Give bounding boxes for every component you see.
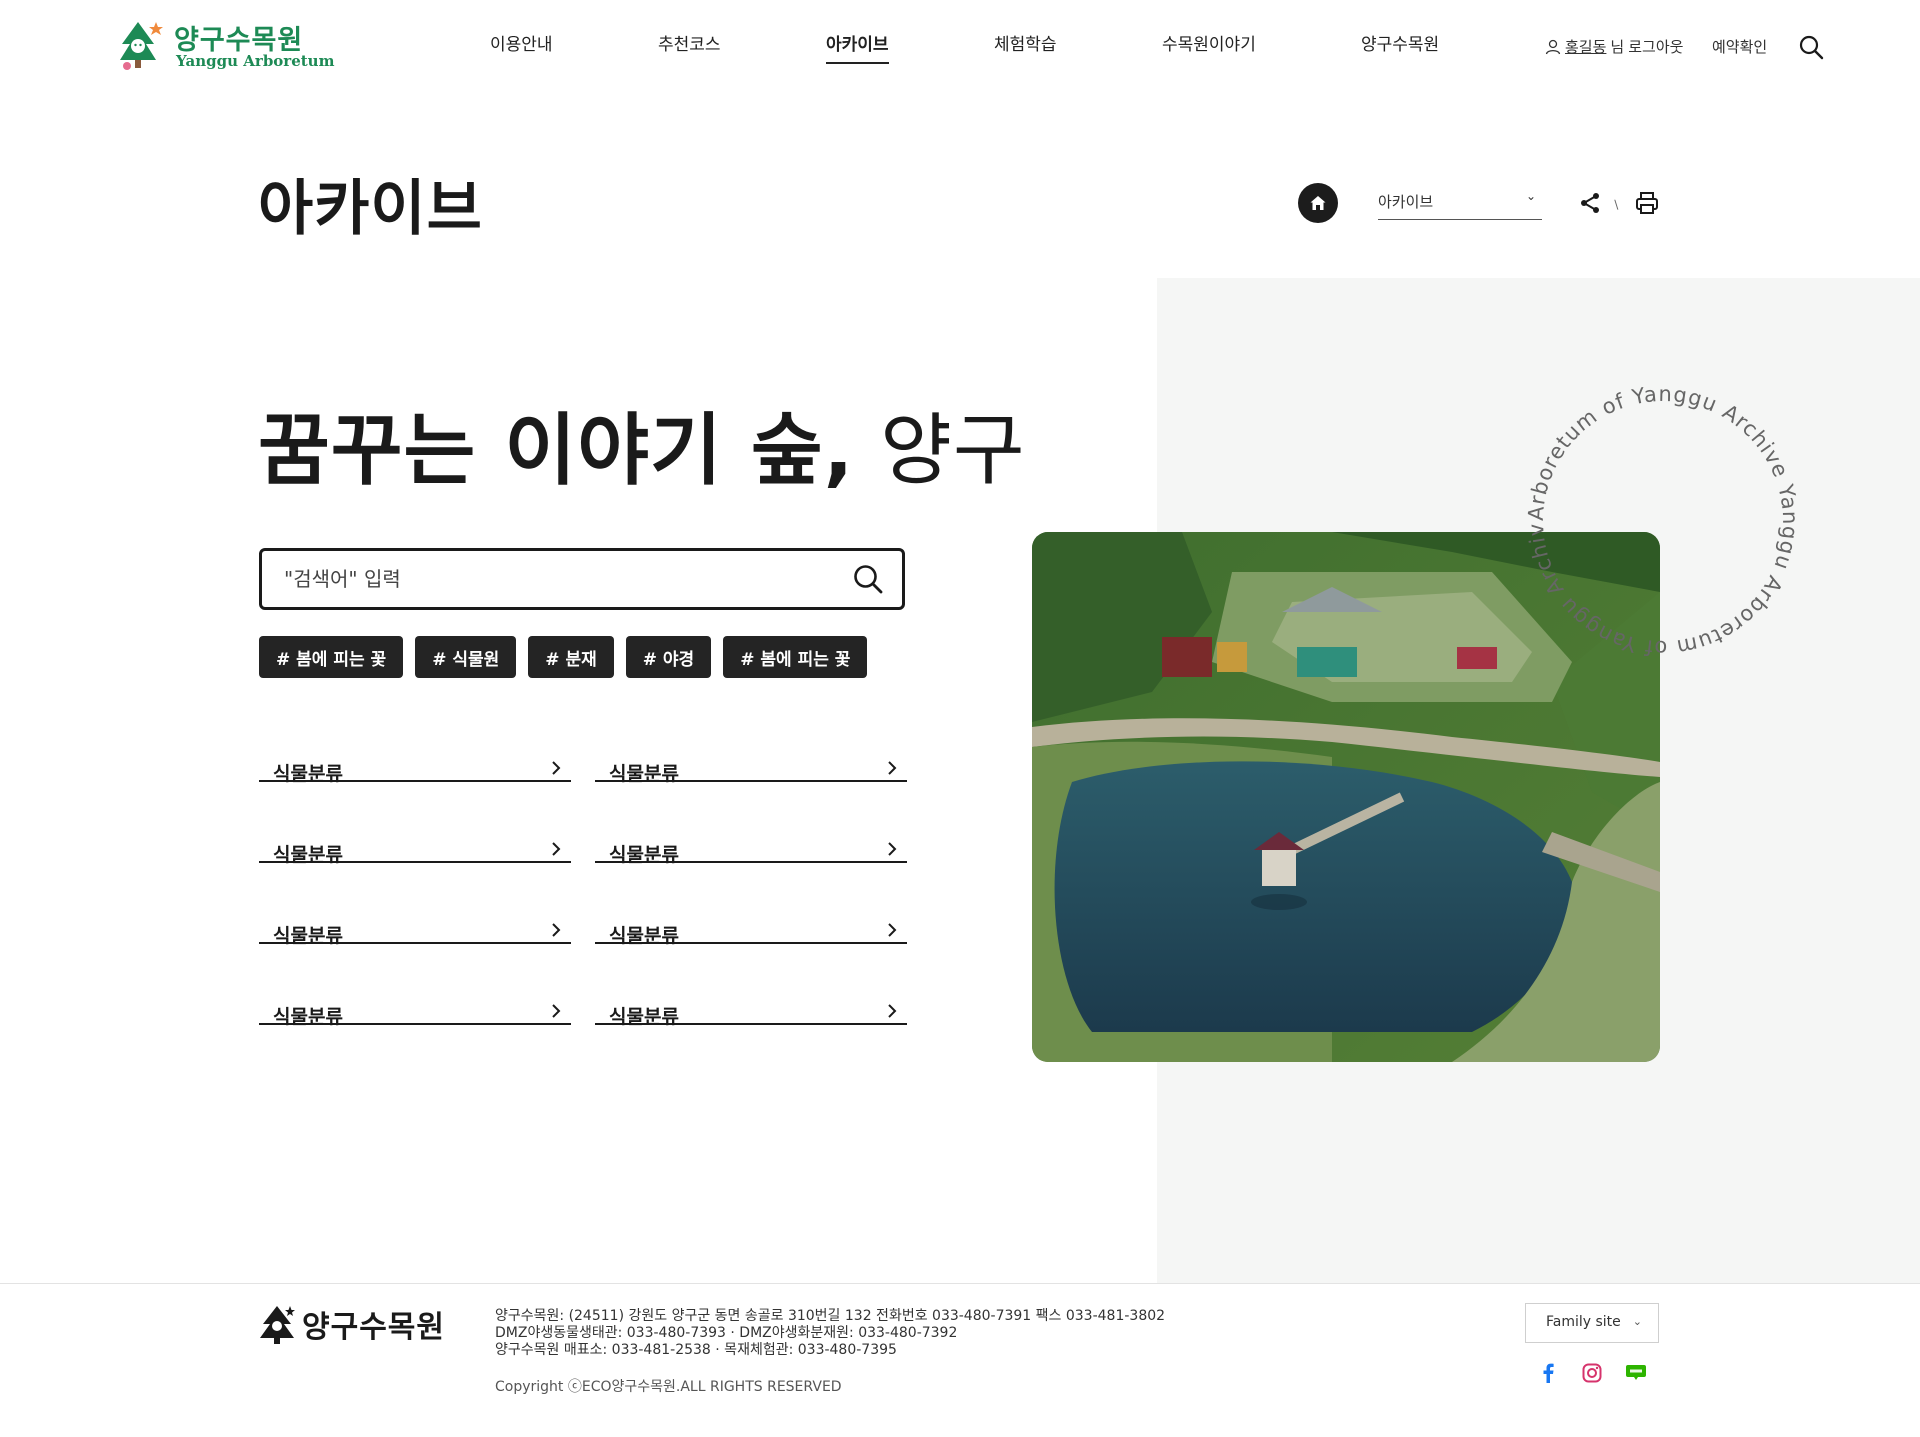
logout-link[interactable]: 로그아웃: [1628, 36, 1683, 57]
archive-search-input[interactable]: [282, 561, 822, 597]
category-link[interactable]: 식물분류: [259, 894, 571, 947]
hashtag-spring-flowers[interactable]: # 봄에 피는 꽃: [723, 636, 868, 678]
search-icon[interactable]: [1798, 34, 1824, 60]
category-label: 식물분류: [273, 1006, 343, 1028]
page-title: 아카이브: [258, 174, 483, 244]
nav-archive[interactable]: 아카이브: [826, 30, 889, 64]
category-link[interactable]: 식물분류: [259, 732, 571, 785]
chevron-right-icon: [888, 761, 897, 775]
hashtag-botanical-garden[interactable]: # 식물원: [415, 636, 517, 678]
reservation-check-link[interactable]: 예약확인: [1712, 36, 1767, 57]
hero-title-light: 양구: [880, 406, 1026, 496]
chevron-right-icon: [552, 1004, 561, 1018]
chevron-right-icon: [552, 923, 561, 937]
tree-logo-icon: [260, 1306, 295, 1344]
footer-contact-info: 양구수목원: (24511) 강원도 양구군 동면 송골로 310번길 132 …: [495, 1308, 1165, 1359]
chevron-right-icon: [888, 923, 897, 937]
tree-logo-icon: [120, 22, 163, 70]
category-link[interactable]: 식물분류: [595, 975, 907, 1028]
print-icon[interactable]: [1634, 190, 1660, 216]
nav-yanggu-arboretum[interactable]: 양구수목원: [1361, 30, 1439, 55]
category-link[interactable]: 식물분류: [595, 813, 907, 866]
chevron-right-icon: [552, 842, 561, 856]
category-link[interactable]: 식물분류: [259, 975, 571, 1028]
user-name[interactable]: 홍길동: [1565, 36, 1606, 57]
home-icon: [1310, 196, 1326, 210]
nav-recommended-course[interactable]: 추천코스: [658, 30, 721, 55]
archive-search-box: [259, 548, 905, 610]
site-logo[interactable]: 양구수목원 Yanggu Arboretum: [118, 18, 334, 74]
search-icon[interactable]: [852, 563, 884, 595]
chevron-down-icon: ⌄: [1632, 1315, 1642, 1328]
category-label: 식물분류: [609, 844, 679, 866]
home-button[interactable]: [1298, 183, 1338, 223]
category-label: 식물분류: [609, 763, 679, 785]
category-link[interactable]: 식물분류: [595, 732, 907, 785]
chevron-right-icon: [888, 842, 897, 856]
footer-address-line: 양구수목원: (24511) 강원도 양구군 동면 송골로 310번길 132 …: [495, 1308, 1166, 1324]
hashtag-spring-flowers[interactable]: # 봄에 피는 꽃: [259, 636, 404, 678]
family-site-select[interactable]: Family site ⌄: [1525, 1303, 1659, 1343]
footer-logo: 양구수목원: [258, 1302, 445, 1346]
chevron-right-icon: [888, 1004, 897, 1018]
category-label: 식물분류: [273, 763, 343, 785]
user-menu: 홍길동 님 로그아웃: [1545, 36, 1683, 57]
user-honorific: 님: [1610, 38, 1625, 56]
footer-logo-text: 양구수목원: [302, 1310, 445, 1345]
category-link[interactable]: 식물분류: [259, 813, 571, 866]
footer-address-line: 양구수목원 매표소: 033-481-2538 · 목재체험관: 033-480…: [495, 1342, 897, 1358]
user-icon: [1545, 39, 1561, 54]
category-link[interactable]: 식물분류: [595, 894, 907, 947]
circular-archive-text: Arboretum of Yanggu Archive Yanggu Arbor…: [1498, 356, 1802, 660]
hashtag-list: # 봄에 피는 꽃 # 식물원 # 분재 # 야경 # 봄에 피는 꽃: [259, 636, 868, 678]
location-select-value: 아카이브: [1378, 193, 1434, 211]
category-label: 식물분류: [273, 844, 343, 866]
nav-usage-guide[interactable]: 이용안내: [490, 30, 553, 55]
category-label: 식물분류: [609, 1006, 679, 1028]
nav-experience-learning[interactable]: 체험학습: [994, 30, 1057, 55]
footer-address-line: DMZ야생동물생태관: 033-480-7393 · DMZ야생화분재원: 03…: [495, 1325, 958, 1341]
location-select[interactable]: 아카이브 ⌄: [1378, 186, 1542, 220]
hashtag-bonsai[interactable]: # 분재: [528, 636, 614, 678]
hero-title-strong: 꿈꾸는 이야기 숲,: [258, 406, 855, 496]
site-header: 양구수목원 Yanggu Arboretum 이용안내 추천코스 아카이브 체험…: [0, 0, 1920, 92]
category-label: 식물분류: [273, 925, 343, 947]
share-icon[interactable]: [1578, 191, 1602, 215]
footer-divider: [0, 1283, 1920, 1284]
svg-text:Arboretum of Yanggu Archive Ya: Arboretum of Yanggu Archive Yanggu Arbor…: [1498, 356, 1802, 660]
blog-icon[interactable]: [1625, 1362, 1647, 1384]
hero-title: 꿈꾸는 이야기 숲, 양구: [258, 388, 1026, 500]
category-label: 식물분류: [609, 925, 679, 947]
category-grid: 식물분류 식물분류 식물분류 식물분류 식물분류 식물분류 식물분류 식물분류: [259, 732, 907, 1028]
chevron-down-icon: ⌄: [1525, 189, 1536, 203]
footer-copyright: Copyright ⓒECO양구수목원.ALL RIGHTS RESERVED: [495, 1379, 842, 1395]
family-site-label: Family site: [1546, 1314, 1621, 1330]
chevron-right-icon: [552, 761, 561, 775]
hashtag-night-view[interactable]: # 야경: [625, 636, 712, 678]
nav-arboretum-story[interactable]: 수목원이야기: [1162, 30, 1256, 55]
facebook-icon[interactable]: [1537, 1362, 1559, 1384]
circular-text: Arboretum of Yanggu Archive Yanggu Arbor…: [1498, 356, 1801, 660]
logo-english-text: Yanggu Arboretum: [176, 52, 335, 70]
share-print-divider: ∖: [1612, 198, 1620, 212]
instagram-icon[interactable]: [1581, 1362, 1603, 1384]
